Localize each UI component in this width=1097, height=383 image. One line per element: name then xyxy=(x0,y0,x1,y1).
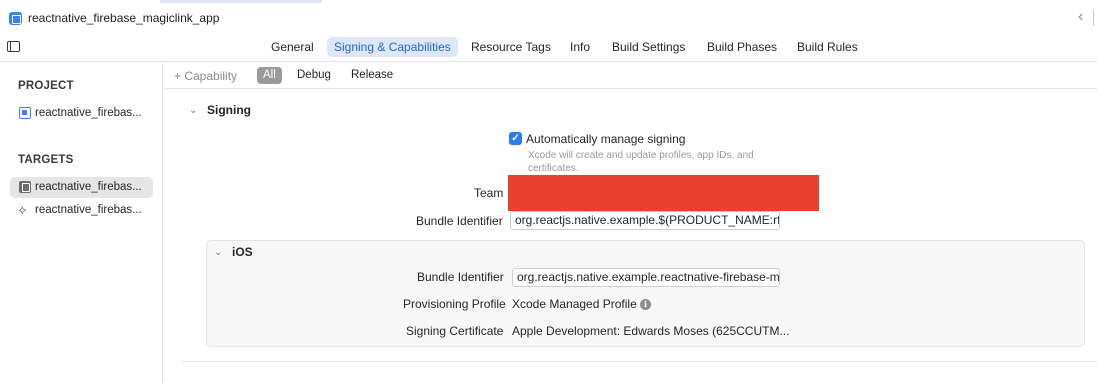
project-section-header: PROJECT xyxy=(18,80,74,92)
auto-manage-signing-checkbox[interactable]: ✓ xyxy=(509,132,522,145)
signing-section-header: Signing xyxy=(207,103,251,117)
section-divider xyxy=(182,361,1097,362)
tab-resource-tags[interactable]: Resource Tags xyxy=(464,37,558,57)
tab-build-rules[interactable]: Build Rules xyxy=(790,37,865,57)
team-label: Team xyxy=(474,186,504,200)
project-target-sidebar: PROJECT reactnative_firebas... TARGETS r… xyxy=(0,63,163,383)
signing-certificate-value: Apple Development: Edwards Moses (625CCU… xyxy=(512,324,790,338)
extension-icon: ⟡ xyxy=(18,202,27,217)
targets-section-header: TARGETS xyxy=(18,154,74,166)
auto-manage-signing-help: Xcode will create and update profiles, a… xyxy=(528,150,754,174)
filter-debug[interactable]: Debug xyxy=(291,67,337,84)
sidebar-item-project[interactable]: reactnative_firebas... xyxy=(10,103,153,124)
filter-release[interactable]: Release xyxy=(345,67,399,84)
tab-build-settings[interactable]: Build Settings xyxy=(605,37,692,57)
info-icon[interactable]: i xyxy=(640,299,651,310)
bundle-identifier-field[interactable]: org.reactjs.native.example.$(PRODUCT_NAM… xyxy=(510,211,780,230)
ios-bundle-identifier-field[interactable]: org.reactjs.native.example.reactnative-f… xyxy=(512,268,780,287)
project-icon xyxy=(19,107,31,119)
app-target-icon xyxy=(19,181,31,193)
chevron-down-icon[interactable]: ⌄ xyxy=(214,247,222,258)
capability-filter-bar: + Capability All Debug Release xyxy=(164,63,1097,89)
provisioning-profile-value: Xcode Managed Profile xyxy=(512,297,637,311)
nav-divider xyxy=(1093,10,1094,26)
tab-info[interactable]: Info xyxy=(563,37,597,57)
auto-manage-signing-label: Automatically manage signing xyxy=(526,132,686,146)
sidebar-toggle-icon[interactable] xyxy=(7,41,20,52)
window-title: reactnative_firebase_magiclink_app xyxy=(28,11,220,25)
sidebar-item-label: reactnative_firebas... xyxy=(35,181,142,193)
signing-certificate-label: Signing Certificate xyxy=(406,324,504,338)
tab-build-phases[interactable]: Build Phases xyxy=(700,37,784,57)
editor-tab-bar: General Signing & Capabilities Resource … xyxy=(0,32,1097,62)
chevron-down-icon[interactable]: ⌄ xyxy=(189,105,197,116)
tab-general[interactable]: General xyxy=(264,37,321,57)
sidebar-item-label: reactnative_firebas... xyxy=(35,107,142,119)
sidebar-item-label: reactnative_firebas... xyxy=(35,204,142,216)
app-project-icon xyxy=(9,12,22,25)
bundle-identifier-label: Bundle Identifier xyxy=(416,214,503,228)
sidebar-item-extension-target[interactable]: ⟡ reactnative_firebas... xyxy=(10,200,153,221)
ios-bundle-identifier-label: Bundle Identifier xyxy=(417,270,504,284)
provisioning-profile-label: Provisioning Profile xyxy=(403,297,506,311)
chevron-left-icon[interactable]: ‹ xyxy=(1078,8,1083,26)
title-bar: reactnative_firebase_magiclink_app ‹ xyxy=(0,4,1097,32)
ios-section-header: iOS xyxy=(232,245,253,259)
sidebar-item-app-target[interactable]: reactnative_firebas... xyxy=(10,177,153,198)
team-redacted-field[interactable] xyxy=(508,175,819,211)
filter-all[interactable]: All xyxy=(257,67,282,84)
window-top-accent xyxy=(160,0,322,3)
add-capability-button[interactable]: + Capability xyxy=(174,69,237,83)
tab-signing-capabilities[interactable]: Signing & Capabilities xyxy=(327,37,458,57)
